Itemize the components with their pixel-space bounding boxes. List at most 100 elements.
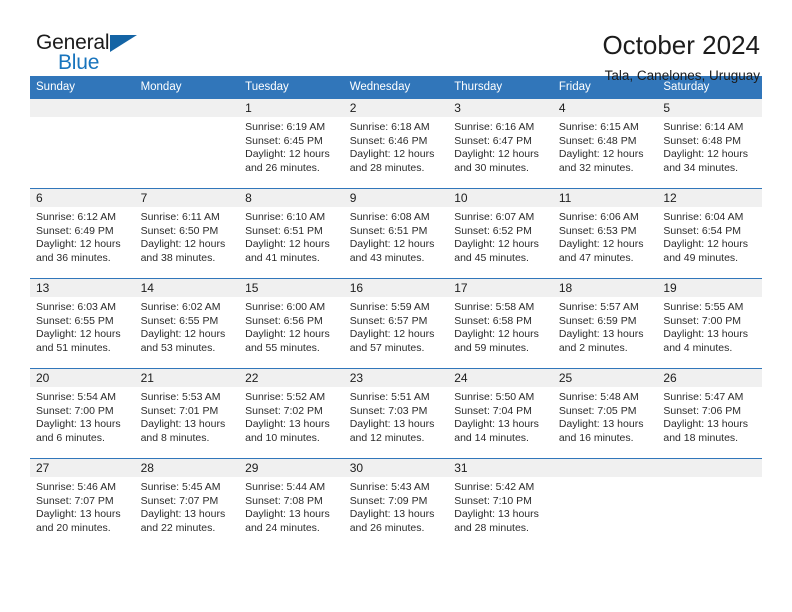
day-details: Sunrise: 6:02 AM Sunset: 6:55 PM Daylight:… (135, 297, 240, 355)
calendar-day-cell-empty (657, 458, 762, 549)
day-number: 6 (30, 189, 135, 207)
daylight-text-line1: Daylight: 12 hours (140, 238, 226, 251)
daylight-text-line2: and 53 minutes. (140, 341, 216, 354)
calendar-day-cell[interactable]: 28 Sunrise: 5:45 AM Sunset: 7:07 PM Dayligh… (134, 458, 240, 549)
sunset-text: Sunset: 6:49 PM (36, 224, 114, 237)
day-details (553, 477, 658, 481)
calendar-day-cell[interactable]: 13 Sunrise: 6:03 AM Sunset: 6:55 PM Dayligh… (30, 278, 135, 369)
calendar-day-cell[interactable]: 15 Sunrise: 6:00 AM Sunset: 6:56 PM Dayligh… (239, 278, 344, 369)
day-number: 29 (239, 459, 344, 477)
day-details: Sunrise: 5:46 AM Sunset: 7:07 PM Daylight:… (30, 477, 135, 535)
sunrise-text: Sunrise: 5:54 AM (36, 391, 116, 403)
daylight-text-line2: and 57 minutes. (349, 341, 425, 354)
day-details: Sunrise: 5:43 AM Sunset: 7:09 PM Daylight:… (344, 477, 449, 535)
calendar-day-cell[interactable]: 5 Sunrise: 6:14 AM Sunset: 6:48 PM Daylight… (657, 98, 762, 189)
logo-text-blue: Blue (58, 51, 100, 74)
sunset-text: Sunset: 6:51 PM (349, 224, 428, 237)
day-details: Sunrise: 6:10 AM Sunset: 6:51 PM Daylight:… (239, 207, 344, 265)
daylight-text-line1: Daylight: 13 hours (454, 418, 539, 431)
sunset-text: Sunset: 7:04 PM (454, 404, 532, 417)
calendar-day-cell[interactable]: 31 Sunrise: 5:42 AM Sunset: 7:10 PM Dayligh… (448, 458, 553, 549)
weekday-header-thursday: Thursday (448, 76, 553, 99)
sunset-text: Sunset: 6:58 PM (454, 314, 532, 327)
calendar-day-cell[interactable]: 1 Sunrise: 6:19 AM Sunset: 6:45 PM Daylight… (239, 98, 344, 189)
day-number: 20 (30, 369, 135, 387)
calendar-day-cell[interactable]: 7 Sunrise: 6:11 AM Sunset: 6:50 PM Daylight… (134, 188, 240, 279)
calendar-day-cell[interactable]: 25 Sunrise: 5:48 AM Sunset: 7:05 PM Dayligh… (552, 368, 658, 459)
sunset-text: Sunset: 7:09 PM (349, 494, 428, 507)
sunrise-text: Sunrise: 5:57 AM (558, 301, 639, 313)
calendar-day-cell[interactable]: 22 Sunrise: 5:52 AM Sunset: 7:02 PM Dayligh… (239, 368, 344, 459)
daylight-text-line2: and 26 minutes. (349, 521, 425, 534)
sunset-text: Sunset: 7:02 PM (245, 404, 323, 417)
day-details: Sunrise: 5:53 AM Sunset: 7:01 PM Daylight:… (135, 387, 240, 445)
sunset-text: Sunset: 7:07 PM (140, 494, 219, 507)
daylight-text-line1: Daylight: 13 hours (36, 508, 121, 521)
calendar-day-cell[interactable]: 11 Sunrise: 6:06 AM Sunset: 6:53 PM Dayligh… (552, 188, 658, 279)
day-details: Sunrise: 6:19 AM Sunset: 6:45 PM Daylight:… (239, 117, 344, 175)
sunrise-text: Sunrise: 5:59 AM (349, 301, 430, 313)
sunrise-text: Sunrise: 5:51 AM (349, 391, 430, 403)
daylight-text-line2: and 32 minutes. (558, 161, 634, 174)
daylight-text-line1: Daylight: 13 hours (140, 418, 226, 431)
calendar-body: 1 Sunrise: 6:19 AM Sunset: 6:45 PM Daylight… (30, 98, 762, 549)
calendar-day-cell[interactable]: 29 Sunrise: 5:44 AM Sunset: 7:08 PM Dayligh… (239, 458, 344, 549)
calendar-day-cell[interactable]: 8 Sunrise: 6:10 AM Sunset: 6:51 PM Daylight… (239, 188, 344, 279)
day-details: Sunrise: 5:51 AM Sunset: 7:03 PM Daylight:… (344, 387, 449, 445)
page-header: General Blue October 2024 Tala, Canelone… (30, 0, 762, 83)
calendar-day-cell[interactable]: 12 Sunrise: 6:04 AM Sunset: 6:54 PM Dayligh… (657, 188, 762, 279)
page-title: October 2024 (602, 30, 760, 60)
calendar-day-cell-empty (134, 98, 240, 189)
sunrise-text: Sunrise: 5:42 AM (454, 481, 535, 493)
calendar-day-cell[interactable]: 19 Sunrise: 5:55 AM Sunset: 7:00 PM Dayligh… (657, 278, 762, 369)
calendar-day-cell[interactable]: 27 Sunrise: 5:46 AM Sunset: 7:07 PM Dayligh… (30, 458, 135, 549)
daylight-text-line1: Daylight: 12 hours (245, 238, 330, 251)
calendar-day-cell[interactable]: 16 Sunrise: 5:59 AM Sunset: 6:57 PM Dayligh… (343, 278, 449, 369)
daylight-text-line2: and 2 minutes. (558, 341, 628, 354)
calendar-day-cell[interactable]: 4 Sunrise: 6:15 AM Sunset: 6:48 PM Daylight… (552, 98, 658, 189)
daylight-text-line1: Daylight: 12 hours (558, 238, 644, 251)
day-number: 12 (657, 189, 762, 207)
day-details (657, 477, 762, 481)
daylight-text-line2: and 43 minutes. (349, 251, 425, 264)
day-details: Sunrise: 5:58 AM Sunset: 6:58 PM Daylight:… (448, 297, 553, 355)
sunrise-text: Sunrise: 6:12 AM (36, 211, 116, 223)
calendar-day-cell[interactable]: 2 Sunrise: 6:18 AM Sunset: 6:46 PM Daylight… (343, 98, 449, 189)
sunrise-text: Sunrise: 6:04 AM (663, 211, 744, 223)
calendar-day-cell[interactable]: 10 Sunrise: 6:07 AM Sunset: 6:52 PM Dayligh… (448, 188, 553, 279)
day-number: 24 (448, 369, 553, 387)
daylight-text-line1: Daylight: 13 hours (558, 418, 644, 431)
sunset-text: Sunset: 7:00 PM (36, 404, 114, 417)
day-number (552, 459, 658, 477)
day-number: 31 (448, 459, 553, 477)
calendar-day-cell[interactable]: 23 Sunrise: 5:51 AM Sunset: 7:03 PM Dayligh… (343, 368, 449, 459)
calendar-week-row: 20 Sunrise: 5:54 AM Sunset: 7:00 PM Dayligh… (30, 368, 762, 459)
day-details: Sunrise: 6:16 AM Sunset: 6:47 PM Daylight:… (448, 117, 553, 175)
calendar-day-cell[interactable]: 9 Sunrise: 6:08 AM Sunset: 6:51 PM Daylight… (343, 188, 449, 279)
calendar-day-cell[interactable]: 21 Sunrise: 5:53 AM Sunset: 7:01 PM Dayligh… (134, 368, 240, 459)
sunrise-text: Sunrise: 6:11 AM (140, 211, 220, 223)
calendar-day-cell[interactable]: 26 Sunrise: 5:47 AM Sunset: 7:06 PM Dayligh… (657, 368, 762, 459)
calendar-day-cell[interactable]: 3 Sunrise: 6:16 AM Sunset: 6:47 PM Daylight… (448, 98, 553, 189)
day-details: Sunrise: 6:14 AM Sunset: 6:48 PM Daylight:… (657, 117, 762, 175)
day-details: Sunrise: 6:03 AM Sunset: 6:55 PM Daylight:… (30, 297, 135, 355)
sunrise-text: Sunrise: 6:00 AM (245, 301, 326, 313)
sunset-text: Sunset: 6:51 PM (245, 224, 323, 237)
calendar-day-cell[interactable]: 6 Sunrise: 6:12 AM Sunset: 6:49 PM Daylight… (30, 188, 135, 279)
daylight-text-line2: and 22 minutes. (140, 521, 216, 534)
calendar-day-cell[interactable]: 20 Sunrise: 5:54 AM Sunset: 7:00 PM Dayligh… (30, 368, 135, 459)
day-details: Sunrise: 5:55 AM Sunset: 7:00 PM Daylight:… (657, 297, 762, 355)
general-blue-logo[interactable]: General Blue (30, 32, 150, 78)
calendar-day-cell[interactable]: 24 Sunrise: 5:50 AM Sunset: 7:04 PM Dayligh… (448, 368, 553, 459)
calendar-day-cell[interactable]: 18 Sunrise: 5:57 AM Sunset: 6:59 PM Dayligh… (552, 278, 658, 369)
daylight-text-line1: Daylight: 12 hours (454, 328, 539, 341)
daylight-text-line2: and 18 minutes. (663, 431, 739, 444)
day-number: 5 (657, 99, 762, 117)
weekday-header-sunday: Sunday (30, 76, 135, 99)
daylight-text-line2: and 12 minutes. (349, 431, 425, 444)
calendar-day-cell[interactable]: 14 Sunrise: 6:02 AM Sunset: 6:55 PM Dayligh… (134, 278, 240, 369)
calendar-day-cell[interactable]: 17 Sunrise: 5:58 AM Sunset: 6:58 PM Dayligh… (448, 278, 553, 369)
calendar-day-cell[interactable]: 30 Sunrise: 5:43 AM Sunset: 7:09 PM Dayligh… (343, 458, 449, 549)
sunset-text: Sunset: 6:53 PM (558, 224, 637, 237)
day-number: 30 (343, 459, 449, 477)
